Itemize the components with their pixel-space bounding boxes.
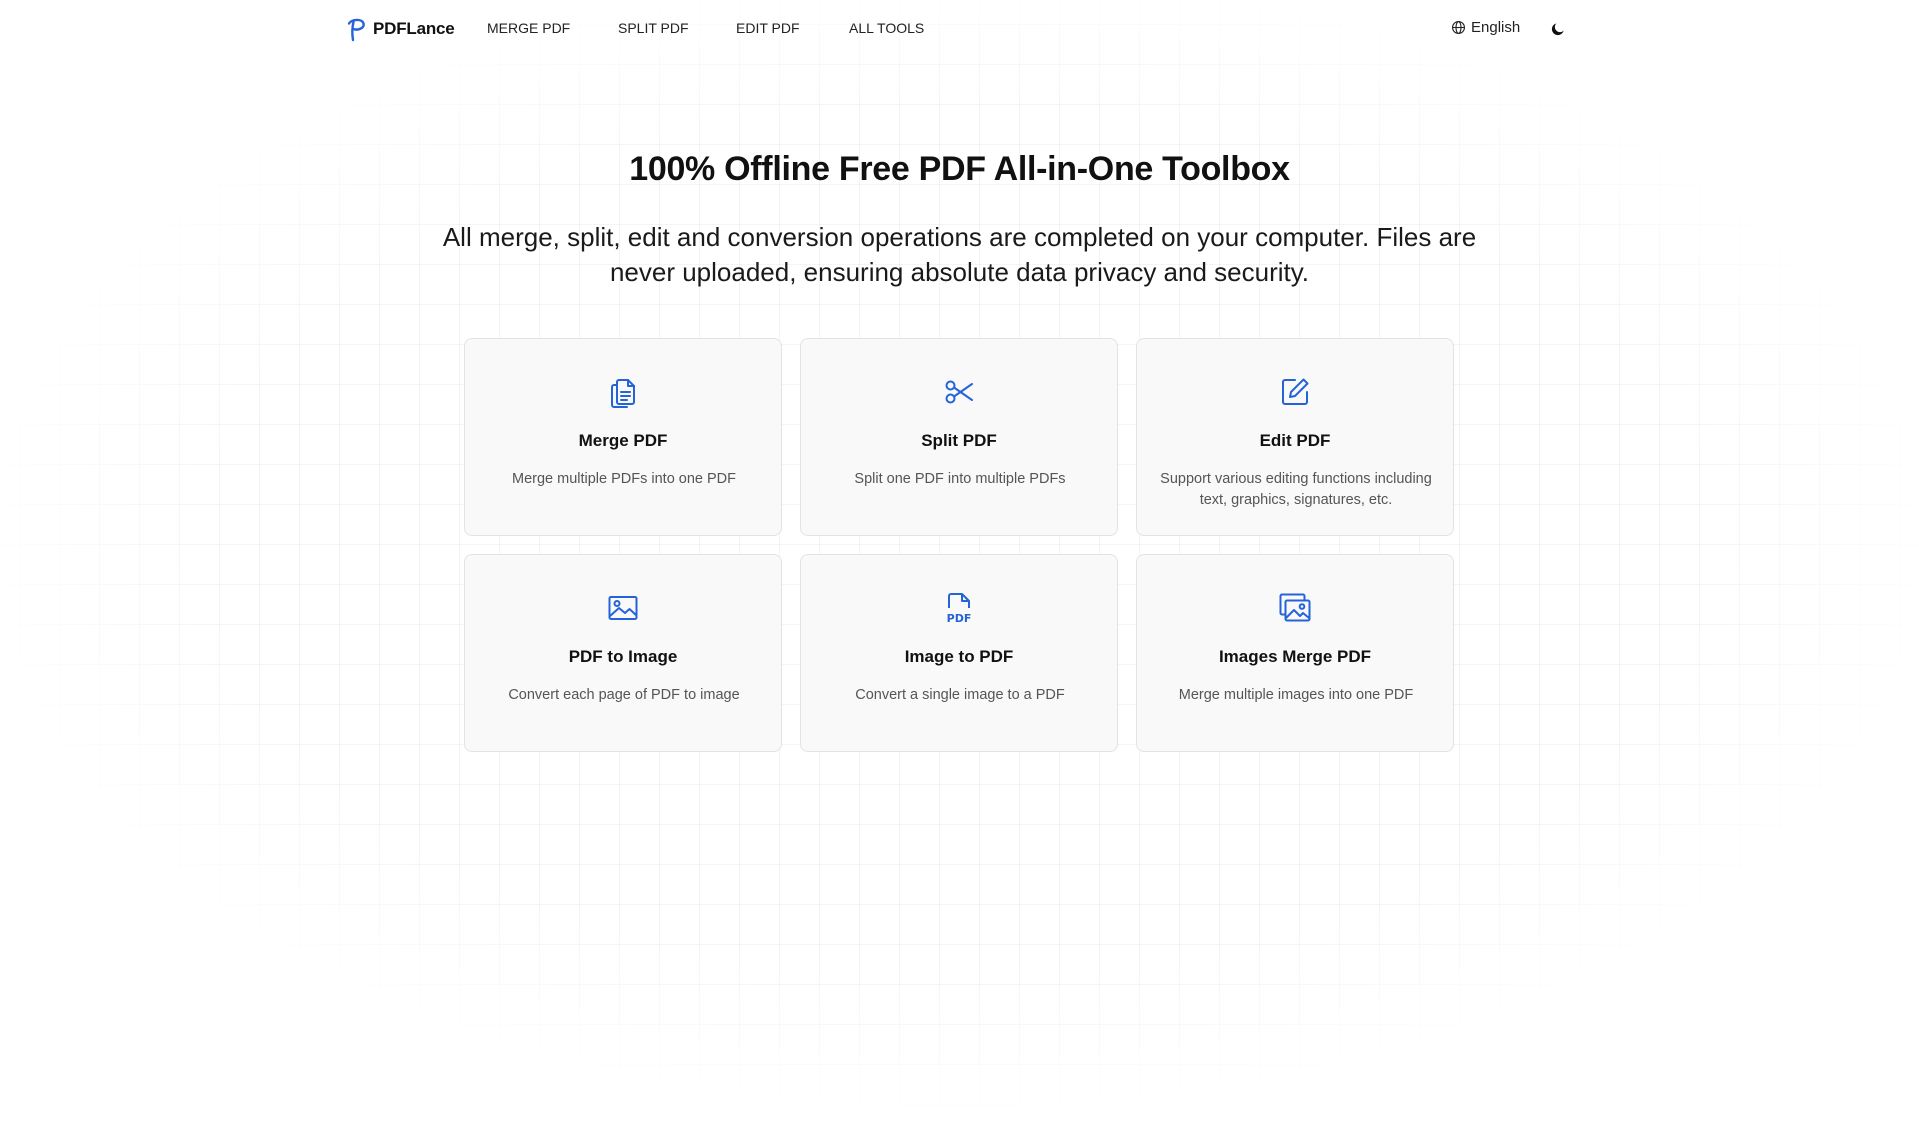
- tool-title: PDF to Image: [568, 647, 678, 666]
- edit-icon: [1278, 375, 1312, 409]
- tool-description: Convert each page of PDF to image: [508, 687, 740, 703]
- scissors-icon: [942, 375, 976, 409]
- logo-text: PDFLance: [373, 19, 455, 38]
- theme-toggle-button[interactable]: [1548, 19, 1568, 39]
- globe-icon: [1452, 21, 1465, 34]
- tool-title: Merge PDF: [578, 431, 668, 450]
- tool-card-images-merge-pdf[interactable]: Images Merge PDF Merge multiple images i…: [1136, 554, 1454, 752]
- nav-merge-pdf[interactable]: MERGE PDF: [487, 20, 570, 36]
- tool-card-split-pdf[interactable]: Split PDF Split one PDF into multiple PD…: [800, 338, 1118, 536]
- pdf-file-icon: PDF: [942, 591, 976, 625]
- page-subtitle: All merge, split, edit and conversion op…: [442, 222, 1477, 287]
- image-icon: [606, 591, 640, 625]
- images-stack-icon: [1278, 591, 1312, 625]
- tool-description: Support various editing functions includ…: [1160, 471, 1432, 508]
- language-label: English: [1471, 19, 1521, 36]
- tool-description: Convert a single image to a PDF: [855, 687, 1065, 703]
- tool-card-image-to-pdf[interactable]: PDF Image to PDF Convert a single image …: [800, 554, 1118, 752]
- svg-text:PDF: PDF: [947, 612, 972, 625]
- tool-description: Split one PDF into multiple PDFs: [854, 471, 1066, 487]
- language-selector[interactable]: English: [1451, 19, 1520, 36]
- tool-title: Image to PDF: [904, 647, 1014, 666]
- nav-edit-pdf[interactable]: EDIT PDF: [736, 20, 800, 36]
- logo-link[interactable]: PDFLance: [345, 16, 455, 42]
- nav-all-tools[interactable]: ALL TOOLS: [849, 20, 924, 36]
- tool-description: Merge multiple images into one PDF: [1178, 687, 1414, 703]
- tool-description: Merge multiple PDFs into one PDF: [511, 471, 737, 487]
- nav-split-pdf[interactable]: SPLIT PDF: [618, 20, 689, 36]
- pdflance-logo-icon: [347, 18, 365, 42]
- tool-card-merge-pdf[interactable]: Merge PDF Merge multiple PDFs into one P…: [464, 338, 782, 536]
- tool-card-edit-pdf[interactable]: Edit PDF Support various editing functio…: [1136, 338, 1454, 536]
- merge-files-icon: [606, 375, 640, 409]
- top-navigation: PDFLance MERGE PDF SPLIT PDF EDIT PDF AL…: [0, 0, 1919, 58]
- tool-card-pdf-to-image[interactable]: PDF to Image Convert each page of PDF to…: [464, 554, 782, 752]
- page-title: 100% Offline Free PDF All-in-One Toolbox: [629, 150, 1290, 188]
- tool-title: Images Merge PDF: [1218, 647, 1372, 666]
- moon-icon: [1551, 23, 1564, 36]
- tool-title: Split PDF: [921, 431, 997, 450]
- tool-title: Edit PDF: [1259, 431, 1331, 450]
